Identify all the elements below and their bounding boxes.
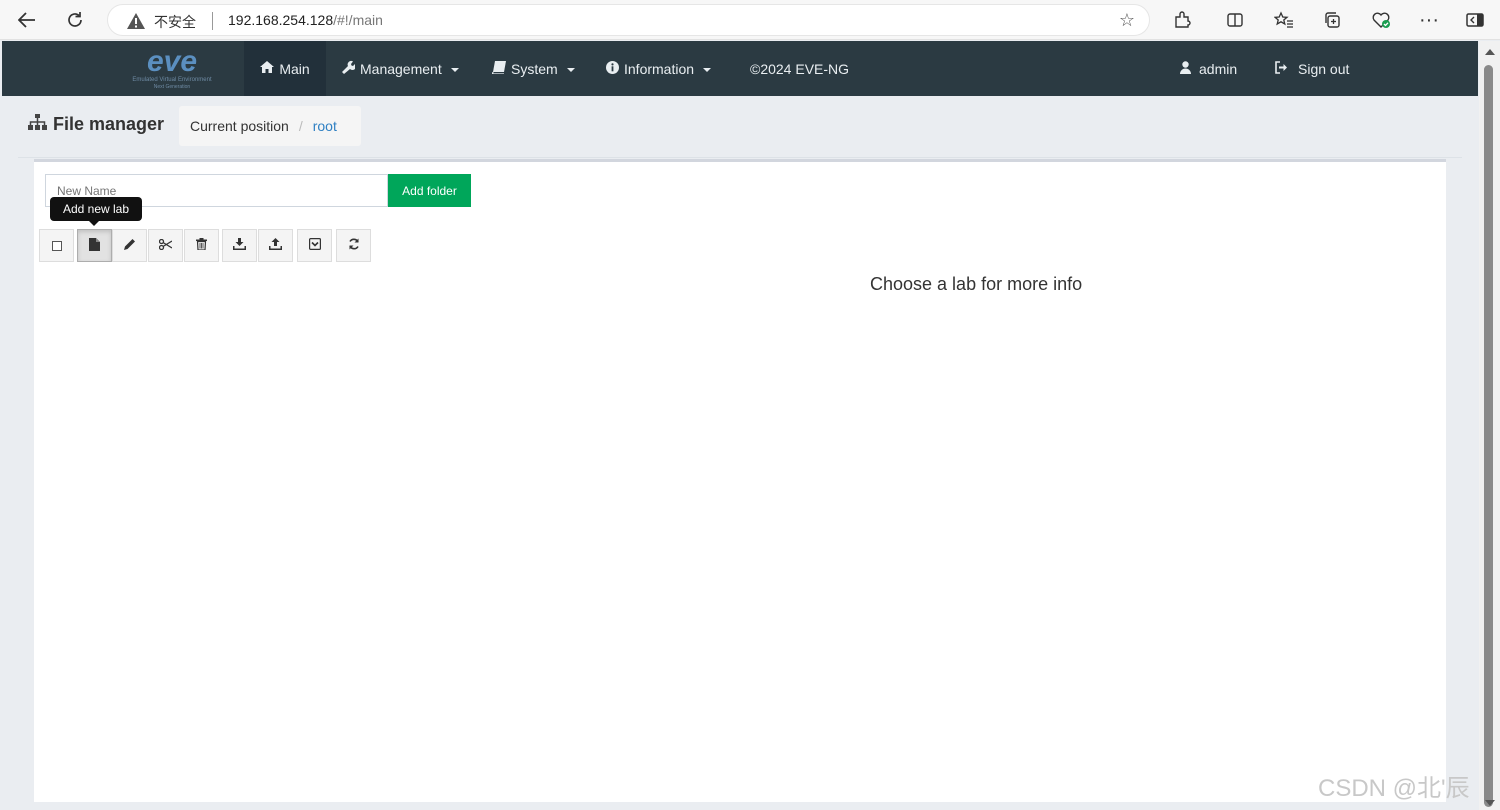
nav-information[interactable]: Information	[606, 41, 712, 96]
copyright-text: ©2024 EVE-NG	[750, 60, 850, 77]
browser-essentials-icon[interactable]	[1366, 5, 1396, 35]
page-title: File manager	[28, 114, 164, 135]
chevron-down-icon	[566, 67, 575, 72]
home-icon	[260, 61, 275, 76]
nav-user-label: admin	[1199, 60, 1238, 77]
trash-icon	[196, 238, 207, 253]
sidebar-toggle-icon[interactable]	[1460, 5, 1490, 35]
scroll-up-arrow-icon[interactable]	[1485, 49, 1495, 55]
add-folder-button[interactable]: Add folder	[388, 174, 471, 207]
favorite-star-icon[interactable]: ☆	[1119, 10, 1135, 31]
page-scrollbar[interactable]	[1479, 41, 1500, 810]
favorites-icon[interactable]	[1269, 5, 1299, 35]
eve-logo[interactable]: eve Emulated Virtual Environment Next Ge…	[120, 45, 224, 91]
book-icon	[491, 60, 506, 77]
collections-icon[interactable]	[1317, 5, 1347, 35]
add-lab-button[interactable]	[77, 229, 112, 262]
nav-main[interactable]: Main	[244, 41, 326, 96]
url-host: 192.168.254.128	[228, 12, 334, 28]
breadcrumb: Current position / root	[179, 106, 361, 146]
breadcrumb-label: Current position	[190, 118, 289, 134]
refresh-button[interactable]	[336, 229, 371, 262]
nav-management[interactable]: Management	[341, 41, 459, 96]
nav-management-label: Management	[360, 60, 442, 77]
reload-icon[interactable]	[60, 5, 90, 35]
csdn-watermark: CSDN @北'辰	[1318, 775, 1470, 802]
import-button[interactable]	[222, 229, 257, 262]
nav-system-label: System	[511, 60, 558, 77]
browser-toolbar: 不安全 192.168.254.128/#!/main ☆ ···	[0, 0, 1500, 40]
scissors-icon	[158, 238, 173, 253]
info-icon	[606, 60, 619, 77]
refresh-icon	[348, 238, 360, 253]
insecure-label[interactable]: 不安全	[154, 12, 196, 32]
upload-icon	[269, 238, 282, 253]
back-arrow-icon[interactable]	[12, 5, 42, 35]
nav-main-label: Main	[279, 60, 310, 77]
url-text[interactable]: 192.168.254.128/#!/main	[228, 12, 383, 28]
split-screen-icon[interactable]	[1220, 5, 1250, 35]
page-header: File manager Current position / root	[18, 96, 1462, 158]
page-title-text: File manager	[53, 114, 165, 134]
sign-out-icon	[1274, 60, 1289, 77]
rename-button[interactable]	[112, 229, 147, 262]
download-icon	[233, 238, 246, 253]
nav-system[interactable]: System	[491, 41, 575, 96]
url-path: /#!/main	[333, 12, 383, 28]
export-button[interactable]	[258, 229, 293, 262]
breadcrumb-separator: /	[298, 118, 303, 134]
address-bar[interactable]: 不安全 192.168.254.128/#!/main ☆	[107, 4, 1150, 36]
extensions-icon[interactable]	[1167, 5, 1197, 35]
add-lab-tooltip: Add new lab	[50, 197, 142, 221]
chevron-down-icon	[703, 67, 712, 72]
svg-text:Emulated Virtual Environment: Emulated Virtual Environment	[132, 77, 212, 83]
move-button[interactable]	[148, 229, 183, 262]
more-options-icon[interactable]: ···	[1414, 5, 1444, 35]
wrench-icon	[341, 60, 357, 77]
nav-information-label: Information	[624, 60, 695, 77]
chevron-down-icon	[450, 67, 459, 72]
file-icon	[89, 237, 100, 254]
select-archive-button[interactable]	[297, 229, 332, 262]
sitemap-icon	[28, 114, 47, 135]
pencil-icon	[123, 238, 136, 253]
svg-text:eve: eve	[147, 45, 197, 78]
file-manager-panel: Add folder	[34, 159, 1446, 802]
select-all-checkbox[interactable]	[39, 229, 74, 262]
address-divider	[212, 12, 213, 30]
nav-user[interactable]: admin	[1180, 41, 1237, 96]
delete-button[interactable]	[184, 229, 219, 262]
top-navbar: eve Emulated Virtual Environment Next Ge…	[2, 41, 1478, 96]
svg-text:Next Generation: Next Generation	[154, 84, 191, 90]
tooltip-arrow	[89, 221, 99, 226]
nav-signout[interactable]: Sign out	[1274, 41, 1349, 96]
scroll-thumb[interactable]	[1484, 65, 1493, 807]
user-icon	[1180, 60, 1191, 77]
breadcrumb-root-link[interactable]: root	[313, 118, 337, 134]
archive-icon	[308, 238, 321, 253]
nav-signout-label: Sign out	[1298, 60, 1350, 77]
scroll-down-arrow-icon[interactable]	[1485, 800, 1495, 806]
checkbox-icon	[51, 240, 62, 251]
lab-info-placeholder: Choose a lab for more info	[870, 274, 1083, 294]
warning-icon	[126, 11, 146, 31]
